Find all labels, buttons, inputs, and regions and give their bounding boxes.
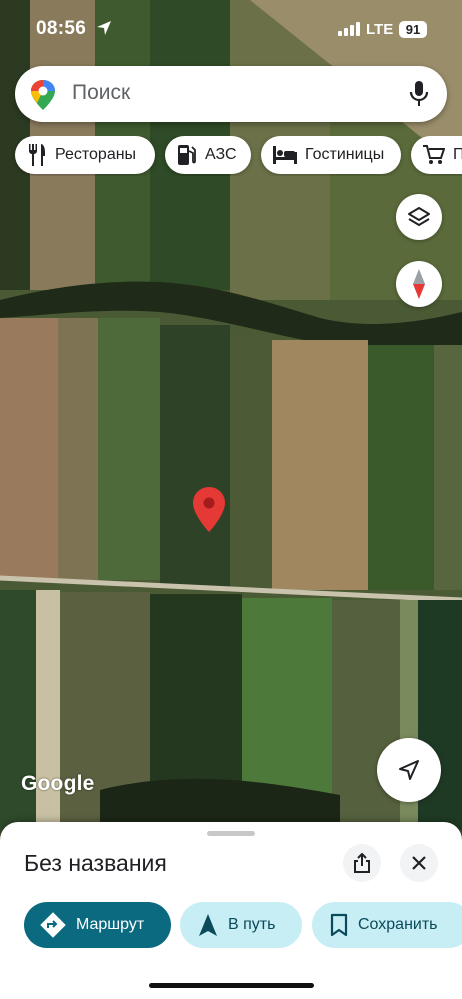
restaurant-icon	[29, 144, 45, 166]
category-chips: Рестораны АЗС Гостиницы П	[0, 136, 462, 176]
directions-button[interactable]: Маршрут	[24, 902, 171, 948]
search-bar[interactable]: Поиск	[15, 66, 447, 122]
status-bar: 08:56 LTE 91	[0, 0, 462, 58]
battery-level: 91	[399, 21, 427, 38]
layers-icon	[408, 207, 430, 226]
shopping-cart-icon	[423, 145, 445, 164]
status-time: 08:56	[36, 18, 87, 39]
bookmark-icon	[330, 913, 348, 937]
gas-station-icon	[178, 145, 196, 165]
chip-label: П	[453, 146, 462, 163]
chip-gas-stations[interactable]: АЗС	[165, 136, 251, 174]
compass-button[interactable]	[396, 261, 442, 307]
network-type: LTE	[366, 21, 394, 38]
save-label: Сохранить	[358, 916, 438, 933]
chip-label: Гостиницы	[305, 146, 385, 163]
start-button[interactable]: В путь	[180, 902, 302, 948]
chip-label: АЗС	[205, 146, 237, 163]
location-arrow-icon	[97, 21, 111, 35]
chip-label: Рестораны	[55, 146, 137, 163]
place-title: Без названия	[24, 850, 167, 876]
navigation-arrow-icon	[199, 914, 217, 936]
home-indicator[interactable]	[149, 983, 314, 988]
google-maps-logo-icon	[31, 80, 55, 110]
chip-hotels[interactable]: Гостиницы	[261, 136, 401, 174]
compass-icon	[413, 269, 425, 299]
share-icon	[354, 853, 370, 873]
share-button[interactable]	[343, 844, 381, 882]
chip-shopping[interactable]: П	[411, 136, 462, 174]
start-label: В путь	[228, 916, 276, 933]
directions-icon	[40, 912, 66, 938]
directions-label: Маршрут	[76, 916, 145, 933]
location-marker-icon[interactable]	[193, 487, 225, 532]
place-bottom-sheet: Без названия Маршрут В путь Сохранить	[0, 822, 462, 999]
close-button[interactable]	[400, 844, 438, 882]
microphone-icon[interactable]	[409, 81, 429, 107]
hotel-icon	[273, 146, 297, 164]
search-input[interactable]: Поиск	[72, 81, 130, 105]
chip-restaurants[interactable]: Рестораны	[15, 136, 155, 174]
satellite-map[interactable]	[0, 0, 462, 830]
signal-strength-icon	[338, 22, 360, 36]
layers-button[interactable]	[396, 194, 442, 240]
navigation-arrow-icon	[399, 760, 419, 780]
my-location-button[interactable]	[377, 738, 441, 802]
sheet-drag-handle[interactable]	[207, 831, 255, 836]
google-attribution: Google	[21, 772, 95, 795]
close-icon	[412, 856, 426, 870]
save-button[interactable]: Сохранить	[312, 902, 462, 948]
